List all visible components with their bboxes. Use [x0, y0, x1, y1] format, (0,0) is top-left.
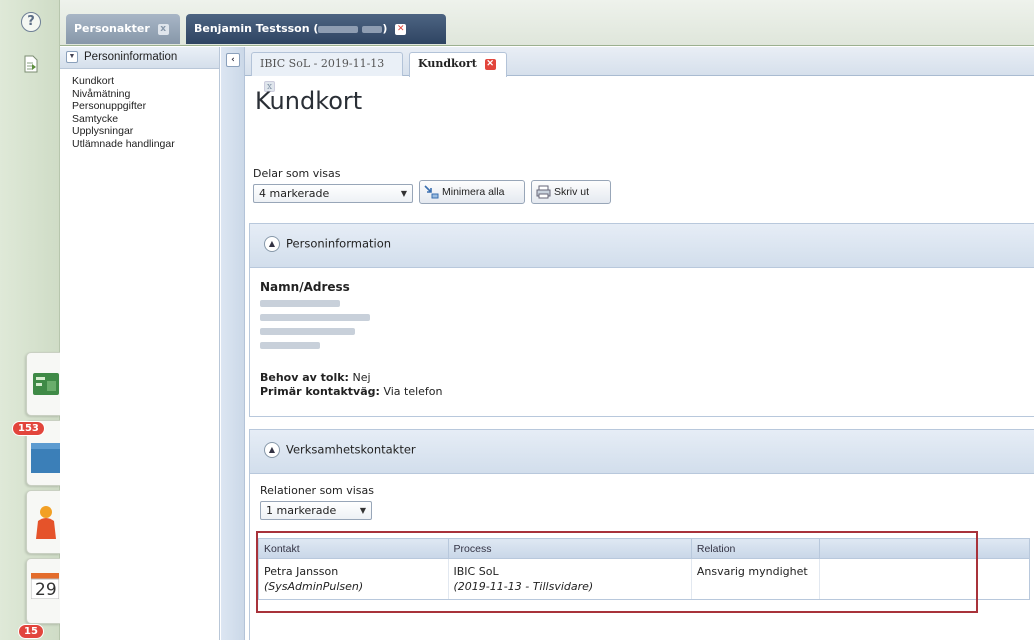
panel-header[interactable]: ▲ Verksamhetskontakter: [250, 430, 1034, 474]
person-info-panel: ▲ Personinformation Namn/Adress Behov av …: [249, 223, 1034, 417]
sidebar-item-utlamnade-handlingar[interactable]: Utlämnade handlingar: [72, 138, 219, 151]
redacted-id: [362, 25, 383, 33]
chevron-down-icon[interactable]: ▼: [66, 51, 78, 63]
sidebar-item-samtycke[interactable]: Samtycke: [72, 113, 219, 126]
sidebar-title: Personinformation: [84, 51, 178, 64]
column-header-process[interactable]: Process: [449, 539, 692, 558]
delar-label: Delar som visas: [253, 167, 341, 180]
redacted-address: [260, 300, 1034, 349]
tab-label: Personakter: [74, 22, 150, 35]
collapse-strip: ‹: [221, 47, 245, 640]
process-name: IBIC SoL: [453, 565, 499, 578]
page-title: Kundkort: [255, 87, 363, 115]
relations-table: Kontakt Process Relation Petra Jansson (…: [258, 538, 1030, 600]
chevron-down-icon: ▼: [359, 506, 366, 515]
tab-label: IBIC SoL - 2019-11-13: [260, 57, 385, 70]
contact-label: Primär kontaktväg:: [260, 385, 380, 398]
close-icon[interactable]: x: [157, 23, 169, 35]
person-icon: [36, 506, 56, 539]
collapse-up-icon[interactable]: ▲: [264, 236, 280, 252]
contact-sub: (SysAdminPulsen): [264, 580, 364, 593]
card-icon: [33, 373, 59, 395]
sidebar-item-kundkort[interactable]: Kundkort: [72, 75, 219, 88]
relations-dropdown[interactable]: 1 markerade ▼: [260, 501, 372, 520]
column-header-relation[interactable]: Relation: [692, 539, 820, 558]
button-label: Minimera alla: [442, 186, 505, 198]
interpreter-line: Behov av tolk: Nej: [260, 371, 1034, 385]
main-content: IBIC SoL - 2019-11-13 x Kundkort ✕ Kundk…: [245, 47, 1034, 640]
printer-icon: [536, 185, 551, 199]
minimize-icon: [424, 185, 439, 199]
tab-ibic-sol[interactable]: IBIC SoL - 2019-11-13 x: [251, 52, 403, 92]
print-button[interactable]: Skriv ut: [531, 180, 611, 204]
top-tab-bar: Personakter x Benjamin Testsson () ✕: [60, 0, 1034, 46]
dropdown-value: 1 markerade: [266, 504, 337, 517]
panel-body: Namn/Adress Behov av tolk: Nej Primär ko…: [250, 268, 1034, 399]
launcher-rail: ? 153 29 15: [0, 0, 61, 640]
dropdown-value: 4 markerade: [259, 187, 330, 200]
panel-title: Verksamhetskontakter: [286, 442, 416, 457]
redacted-id: [318, 25, 359, 33]
minimize-all-button[interactable]: Minimera alla: [419, 180, 525, 204]
contact-line: Primär kontaktväg: Via telefon: [260, 385, 1034, 399]
tab-label-prefix: Benjamin Testsson (: [194, 22, 319, 35]
contact-value: Via telefon: [383, 385, 443, 398]
relations-label: Relationer som visas: [260, 484, 375, 497]
person-sidebar: ▼ Personinformation Kundkort Nivåmätning …: [60, 47, 220, 640]
rail-tile-calendar[interactable]: 29: [26, 558, 60, 624]
column-header-kontakt[interactable]: Kontakt: [259, 539, 449, 558]
tab-person[interactable]: Benjamin Testsson () ✕: [186, 14, 446, 44]
cell-process: IBIC SoL (2019-11-13 - Tillsvidare): [449, 559, 692, 599]
tab-personakter[interactable]: Personakter x: [66, 14, 180, 44]
tab-label: Kundkort: [418, 57, 477, 70]
rail-tile-person[interactable]: [26, 490, 60, 554]
column-header-empty: [820, 539, 1029, 558]
cell-relation: Ansvarig myndighet: [692, 559, 820, 599]
message-count-badge: 153: [12, 421, 45, 436]
table-row[interactable]: Petra Jansson (SysAdminPulsen) IBIC SoL …: [259, 559, 1029, 599]
rail-tile-card[interactable]: [26, 352, 60, 416]
process-sub: (2019-11-13 - Tillsvidare): [453, 580, 594, 593]
help-icon[interactable]: ?: [21, 12, 41, 32]
contacts-panel: ▲ Verksamhetskontakter Relationer som vis…: [249, 429, 1034, 640]
panel-header[interactable]: ▲ Personinformation: [250, 224, 1034, 268]
sidebar-list: Kundkort Nivåmätning Personuppgifter Sam…: [60, 69, 219, 150]
close-icon[interactable]: ✕: [395, 23, 407, 35]
chevron-down-icon: ▼: [400, 189, 407, 198]
tab-kundkort[interactable]: Kundkort ✕: [409, 52, 507, 77]
interpreter-value: Nej: [352, 371, 371, 384]
name-address-label: Namn/Adress: [260, 280, 350, 294]
cell-contact: Petra Jansson (SysAdminPulsen): [259, 559, 449, 599]
collapse-up-icon[interactable]: ▲: [264, 442, 280, 458]
button-label: Skriv ut: [554, 186, 590, 198]
sidebar-item-nivamatning[interactable]: Nivåmätning: [72, 88, 219, 101]
interpreter-label: Behov av tolk:: [260, 371, 349, 384]
sub-tab-bar: IBIC SoL - 2019-11-13 x Kundkort ✕: [245, 47, 1034, 92]
document-arrow-icon[interactable]: [23, 55, 39, 73]
calendar-day: 29: [35, 580, 57, 600]
calendar-badge: 15: [18, 624, 44, 639]
cell-empty: [820, 559, 1029, 599]
contact-name: Petra Jansson: [264, 565, 339, 578]
chevron-left-icon[interactable]: ‹: [226, 53, 240, 67]
sidebar-item-personuppgifter[interactable]: Personuppgifter: [72, 100, 219, 113]
panel-title: Personinformation: [286, 236, 392, 251]
tab-label-suffix: ): [382, 22, 388, 35]
table-header: Kontakt Process Relation: [259, 539, 1029, 559]
sidebar-header[interactable]: ▼ Personinformation: [60, 47, 219, 69]
folder-icon: [31, 443, 61, 473]
sidebar-item-upplysningar[interactable]: Upplysningar: [72, 125, 219, 138]
close-icon[interactable]: ✕: [484, 58, 496, 70]
delar-dropdown[interactable]: 4 markerade ▼: [253, 184, 413, 203]
